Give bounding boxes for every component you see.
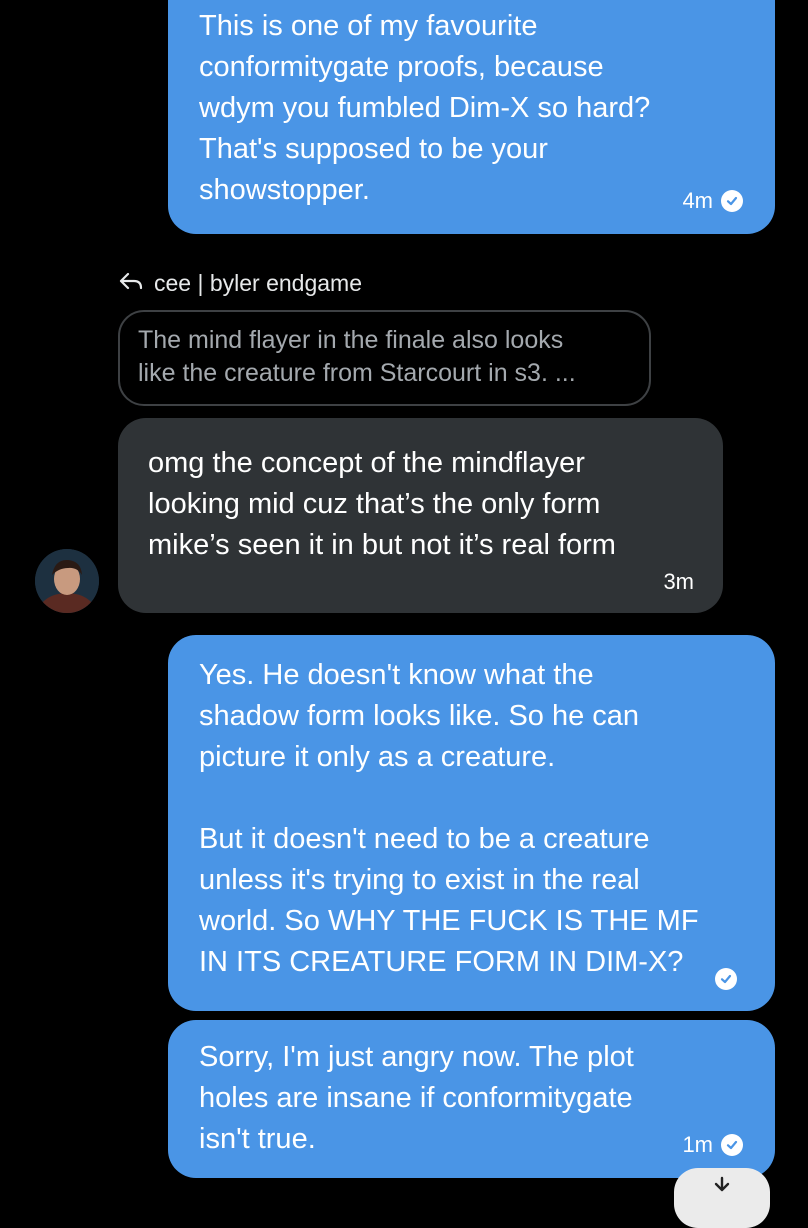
message-meta: 3m — [663, 569, 694, 595]
message-text: Yes. He doesn't know what the shadow for… — [199, 659, 699, 978]
chevron-down-icon — [711, 1176, 733, 1197]
message-bubble-outgoing[interactable]: Sorry, I'm just angry now. The plot hole… — [168, 1020, 775, 1178]
quoted-message[interactable]: The mind flayer in the finale also looks… — [118, 310, 651, 406]
avatar[interactable] — [35, 549, 99, 613]
check-circle-icon — [721, 1134, 743, 1156]
message-bubble-outgoing[interactable]: Yes. He doesn't know what the shadow for… — [168, 635, 775, 1011]
message-bubble-outgoing[interactable]: This is one of my favourite conformityga… — [168, 0, 775, 234]
reply-author-name: cee | byler endgame — [154, 270, 362, 296]
message-meta: 1m — [682, 1132, 743, 1158]
message-text: omg the concept of the mindflayer lookin… — [148, 447, 616, 561]
message-timestamp: 3m — [663, 569, 694, 594]
scroll-down-button[interactable] — [674, 1168, 770, 1228]
reply-context[interactable]: cee | byler endgame — [118, 270, 362, 297]
quoted-message-text: The mind flayer in the finale also looks… — [138, 326, 576, 387]
message-timestamp: 1m — [682, 1132, 713, 1157]
check-circle-icon — [715, 968, 737, 990]
reply-arrow-icon — [118, 270, 144, 297]
message-meta: 4m — [682, 188, 743, 214]
message-text: Sorry, I'm just angry now. The plot hole… — [199, 1041, 634, 1155]
check-circle-icon — [721, 190, 743, 212]
message-bubble-incoming[interactable]: omg the concept of the mindflayer lookin… — [118, 418, 723, 613]
message-text: This is one of my favourite conformityga… — [199, 10, 651, 206]
message-meta — [715, 968, 737, 990]
message-timestamp: 4m — [682, 188, 713, 213]
